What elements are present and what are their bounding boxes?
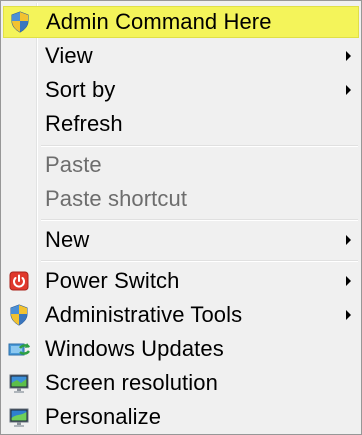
menu-item-label: Sort by	[45, 77, 116, 102]
power-icon	[9, 271, 29, 291]
menu-item-label: Administrative Tools	[45, 302, 243, 327]
menu-item-label: New	[45, 227, 90, 252]
menu-item-admin-command-here[interactable]: Admin Command Here	[3, 6, 359, 38]
menu-item-power-switch[interactable]: Power Switch	[3, 265, 359, 297]
submenu-arrow-icon	[346, 276, 351, 286]
menu-item-paste[interactable]: Paste	[3, 149, 359, 181]
menu-item-windows-updates[interactable]: Windows Updates	[3, 333, 359, 365]
shield-icon	[11, 11, 29, 33]
menu-separator	[41, 219, 358, 221]
menu-item-label: Refresh	[45, 111, 123, 136]
submenu-arrow-icon	[346, 235, 351, 245]
menu-item-refresh[interactable]: Refresh	[3, 108, 359, 140]
menu-item-label: Personalize	[45, 404, 162, 429]
menu-item-paste-shortcut[interactable]: Paste shortcut	[3, 183, 359, 215]
menu-item-administrative-tools[interactable]: Administrative Tools	[3, 299, 359, 331]
submenu-arrow-icon	[346, 310, 351, 320]
menu-item-new[interactable]: New	[3, 224, 359, 256]
menu-item-label: Windows Updates	[45, 336, 224, 361]
personalize-icon	[9, 408, 29, 427]
menu-item-view[interactable]: View	[3, 40, 359, 72]
menu-item-label: Power Switch	[45, 268, 180, 293]
menu-item-label: Paste shortcut	[45, 186, 188, 211]
menu-item-label: View	[45, 43, 93, 68]
menu-item-personalize[interactable]: Personalize	[3, 401, 359, 433]
menu-separator	[41, 260, 358, 262]
context-menu: Admin Command Here View Sort by Refresh …	[0, 0, 362, 435]
menu-item-label: Admin Command Here	[46, 9, 272, 34]
windows-update-icon	[8, 343, 30, 356]
menu-item-label: Screen resolution	[45, 370, 218, 395]
submenu-arrow-icon	[346, 51, 351, 61]
submenu-arrow-icon	[346, 85, 351, 95]
menu-item-sort-by[interactable]: Sort by	[3, 74, 359, 106]
monitor-icon	[9, 374, 29, 393]
menu-separator	[41, 145, 358, 147]
shield-icon	[10, 304, 28, 326]
menu-item-screen-resolution[interactable]: Screen resolution	[3, 367, 359, 399]
menu-item-label: Paste	[45, 152, 102, 177]
